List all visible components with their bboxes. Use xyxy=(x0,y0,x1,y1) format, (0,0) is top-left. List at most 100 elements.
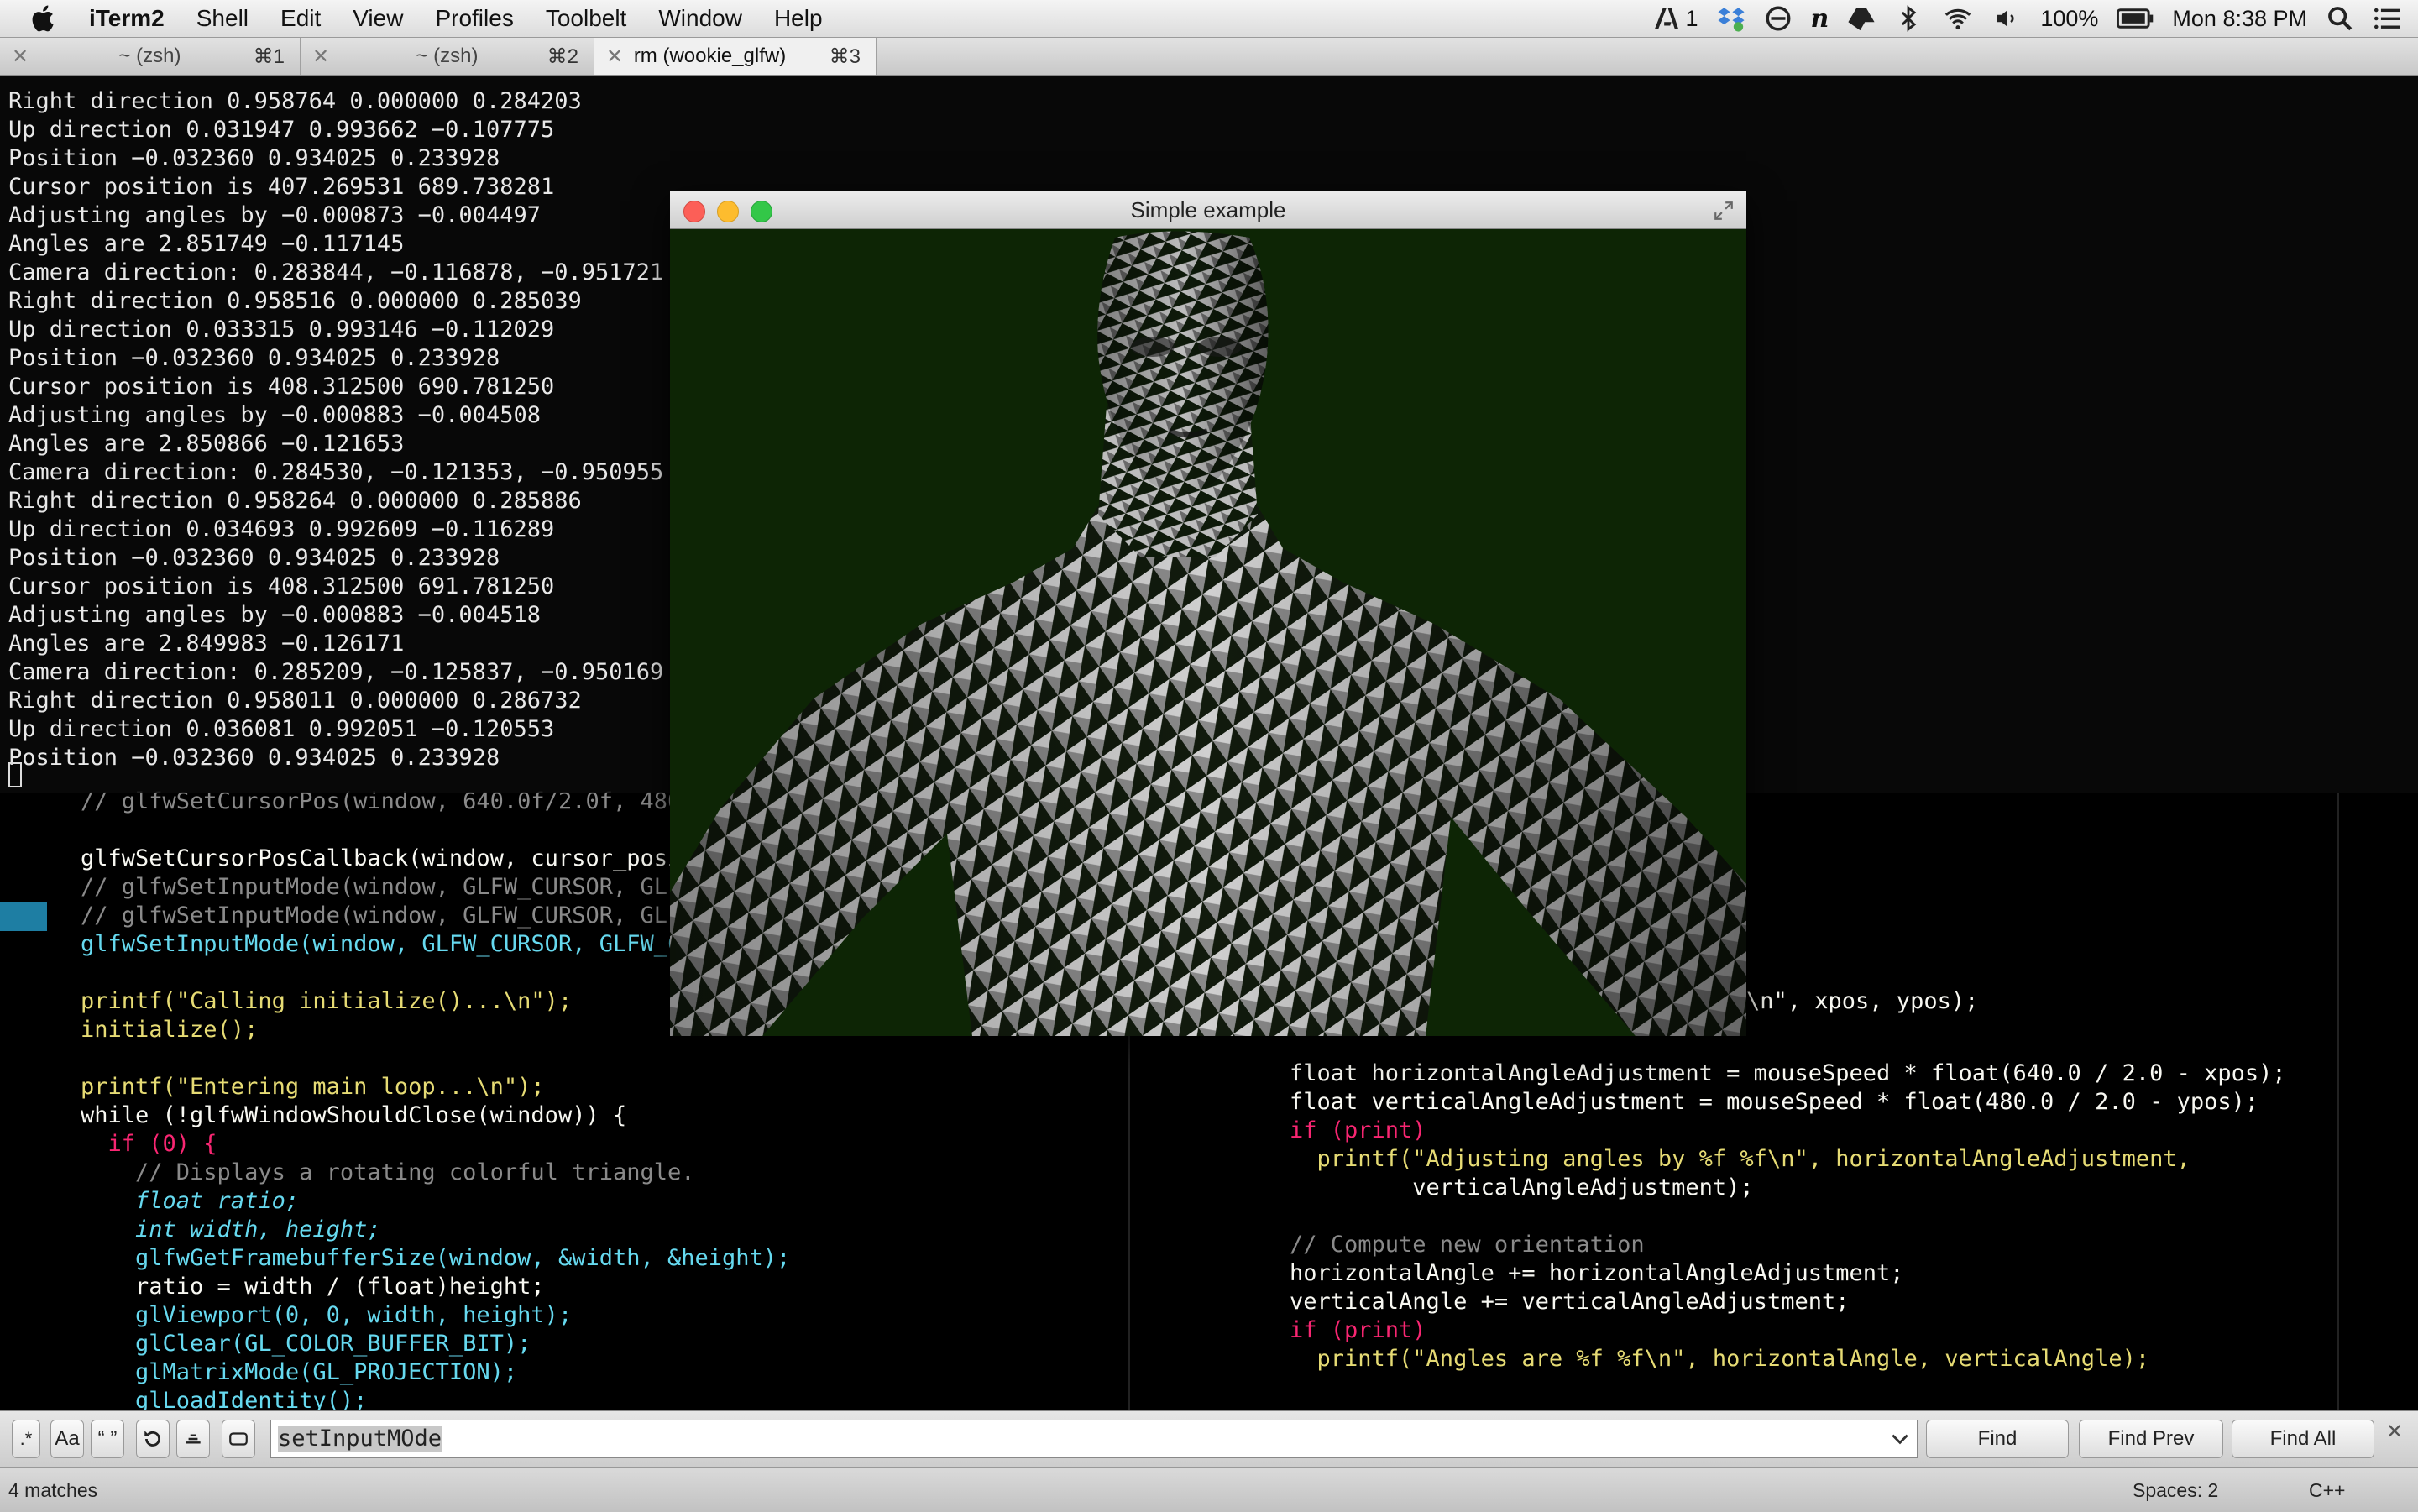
code-line: if (0) { xyxy=(81,1131,217,1157)
case-sensitive-toggle[interactable]: Aa xyxy=(50,1420,84,1458)
glfw-window[interactable]: Simple example xyxy=(670,191,1746,1036)
terminal-line: Right direction 0.958011 0.000000 0.2867… xyxy=(8,688,582,714)
find-prev-button[interactable]: Find Prev xyxy=(2079,1420,2223,1458)
tab-bar-empty xyxy=(877,38,2418,75)
terminal-line: Up direction 0.033315 0.993146 −0.112029 xyxy=(8,317,555,343)
code-line: horizontalAngle += horizontalAngleAdjust… xyxy=(1290,1260,1904,1286)
volume-icon[interactable] xyxy=(1993,4,2022,33)
close-icon[interactable]: ✕ xyxy=(12,44,29,69)
menu-app-name[interactable]: iTerm2 xyxy=(89,5,165,32)
menu-help[interactable]: Help xyxy=(774,5,823,32)
tab-bar: ✕ ~ (zsh) ⌘1 ✕ ~ (zsh) ⌘2 ✕ rm (wookie_g… xyxy=(0,38,2418,76)
close-window-button[interactable] xyxy=(683,201,705,222)
search-match-marker xyxy=(0,902,47,931)
tab-title: ~ (zsh) xyxy=(416,44,479,67)
indentation-setting[interactable]: Spaces: 2 xyxy=(2133,1479,2218,1502)
bluetooth-icon[interactable] xyxy=(1894,4,1923,33)
chevron-down-icon[interactable] xyxy=(1889,1430,1911,1448)
code-line: int width, height; xyxy=(81,1216,381,1243)
terminal-line: Position −0.032360 0.934025 0.233928 xyxy=(8,545,500,571)
syntax-selector[interactable]: C++ xyxy=(2309,1479,2345,1502)
close-icon[interactable]: ✕ xyxy=(2386,1420,2403,1444)
terminal-line: Angles are 2.850866 −0.121653 xyxy=(8,431,405,457)
tab-shortcut: ⌘2 xyxy=(547,44,578,68)
terminal-line: Cursor position is 408.312500 690.781250 xyxy=(8,374,555,400)
find-query: setInputMOde xyxy=(278,1426,442,1452)
terminal-line: Cursor position is 408.312500 691.781250 xyxy=(8,573,555,599)
apple-icon[interactable] xyxy=(27,2,60,35)
terminal-line: Right direction 0.958764 0.000000 0.2842… xyxy=(8,88,582,114)
dropbox-sync-icon[interactable] xyxy=(1717,4,1745,33)
tab-shortcut: ⌘1 xyxy=(253,44,285,68)
code-line: // glfwSetInputMode(window, GLFW_CURSOR,… xyxy=(81,902,682,929)
code-line: verticalAngleAdjustment); xyxy=(1290,1175,1754,1201)
find-button[interactable]: Find xyxy=(1926,1420,2069,1458)
minimize-window-button[interactable] xyxy=(717,201,739,222)
menu-view[interactable]: View xyxy=(353,5,403,32)
tab-2[interactable]: ✕ ~ (zsh) ⌘2 xyxy=(301,38,594,75)
opengl-canvas[interactable] xyxy=(670,229,1746,1036)
terminal-line: Right direction 0.958264 0.000000 0.2858… xyxy=(8,488,582,514)
find-bar: .* Aa “ ” setInputMOde Find Find Prev Fi… xyxy=(0,1410,2418,1467)
in-selection-toggle[interactable] xyxy=(176,1420,210,1458)
window-title: Simple example xyxy=(1130,197,1286,222)
code-line: glViewport(0, 0, width, height); xyxy=(81,1302,573,1328)
battery-icon[interactable] xyxy=(2117,8,2154,29)
battery-percent[interactable]: 100% xyxy=(2040,6,2098,32)
terminal-line: Position −0.032360 0.934025 0.233928 xyxy=(8,145,500,171)
wrap-toggle[interactable] xyxy=(136,1420,170,1458)
menu-edit[interactable]: Edit xyxy=(280,5,321,32)
menu-shell[interactable]: Shell xyxy=(196,5,249,32)
find-input[interactable]: setInputMOde xyxy=(270,1420,1918,1458)
find-all-button[interactable]: Find All xyxy=(2232,1420,2374,1458)
google-drive-icon[interactable] xyxy=(1847,4,1876,33)
tab-title: rm (wookie_glfw) xyxy=(633,44,787,67)
code-line: while (!glfwWindowShouldClose(window)) { xyxy=(81,1102,627,1128)
window-titlebar[interactable]: Simple example xyxy=(670,191,1746,229)
match-count: 4 matches xyxy=(8,1479,98,1501)
terminal-line: Right direction 0.958516 0.000000 0.2850… xyxy=(8,288,582,314)
code-line: glClear(GL_COLOR_BUFFER_BIT); xyxy=(81,1331,531,1357)
tab-3[interactable]: ✕ rm (wookie_glfw) ⌘3 xyxy=(594,38,877,75)
terminal-line: Position −0.032360 0.934025 0.233928 xyxy=(8,745,500,771)
tab-1[interactable]: ✕ ~ (zsh) ⌘1 xyxy=(0,38,301,75)
wrap-around-icon xyxy=(144,1431,160,1447)
adobe-status-item[interactable]: 1 xyxy=(1652,4,1698,33)
code-line: // glfwSetInputMode(window, GLFW_CURSOR,… xyxy=(81,874,682,900)
code-line: // Displays a rotating colorful triangle… xyxy=(81,1159,695,1185)
notification-center-icon[interactable] xyxy=(2373,4,2401,33)
code-line: if (print) xyxy=(1290,1317,1426,1343)
adobe-count: 1 xyxy=(1685,5,1698,31)
circle-slash-icon[interactable] xyxy=(1764,4,1793,33)
fullscreen-icon[interactable] xyxy=(1713,200,1735,222)
menu-window[interactable]: Window xyxy=(658,5,742,32)
menu-toolbelt[interactable]: Toolbelt xyxy=(546,5,627,32)
whole-word-toggle[interactable]: “ ” xyxy=(91,1420,124,1458)
adobe-icon xyxy=(1654,8,1678,29)
code-line: \n", xpos, ypos); xyxy=(1746,988,1979,1014)
highlight-matches-toggle[interactable] xyxy=(222,1420,255,1458)
in-selection-icon xyxy=(186,1434,201,1444)
terminal-cursor xyxy=(8,762,22,787)
code-line: printf("Calling initialize()...\n"); xyxy=(81,988,573,1014)
highlight-icon xyxy=(229,1432,248,1446)
terminal-line: Camera direction: 0.284530, −0.121353, −… xyxy=(8,459,664,485)
code-line: glfwGetFramebufferSize(window, &width, &… xyxy=(81,1245,791,1271)
tab-title: ~ (zsh) xyxy=(118,44,181,67)
close-icon[interactable]: ✕ xyxy=(312,44,329,69)
regex-toggle[interactable]: .* xyxy=(12,1420,40,1458)
zoom-window-button[interactable] xyxy=(751,201,772,222)
menu-bar: iTerm2 Shell Edit View Profiles Toolbelt… xyxy=(0,0,2418,38)
spotlight-search-icon[interactable] xyxy=(2326,4,2354,33)
pane-divider xyxy=(2337,793,2339,1410)
terminal-line: Adjusting angles by −0.000883 −0.004518 xyxy=(8,602,541,628)
wifi-icon[interactable] xyxy=(1941,4,1975,33)
code-line: float horizontalAngleAdjustment = mouseS… xyxy=(1290,1060,2286,1086)
menubar-clock[interactable]: Mon 8:38 PM xyxy=(2172,6,2307,32)
menu-profiles[interactable]: Profiles xyxy=(435,5,513,32)
terminal-line: Camera direction: 0.285209, −0.125837, −… xyxy=(8,659,664,685)
n-app-icon[interactable]: n xyxy=(1811,4,1829,34)
terminal-line: Adjusting angles by −0.000883 −0.004508 xyxy=(8,402,541,428)
code-line: printf("Adjusting angles by %f %f\n", ho… xyxy=(1290,1146,2190,1172)
close-icon[interactable]: ✕ xyxy=(606,44,623,69)
